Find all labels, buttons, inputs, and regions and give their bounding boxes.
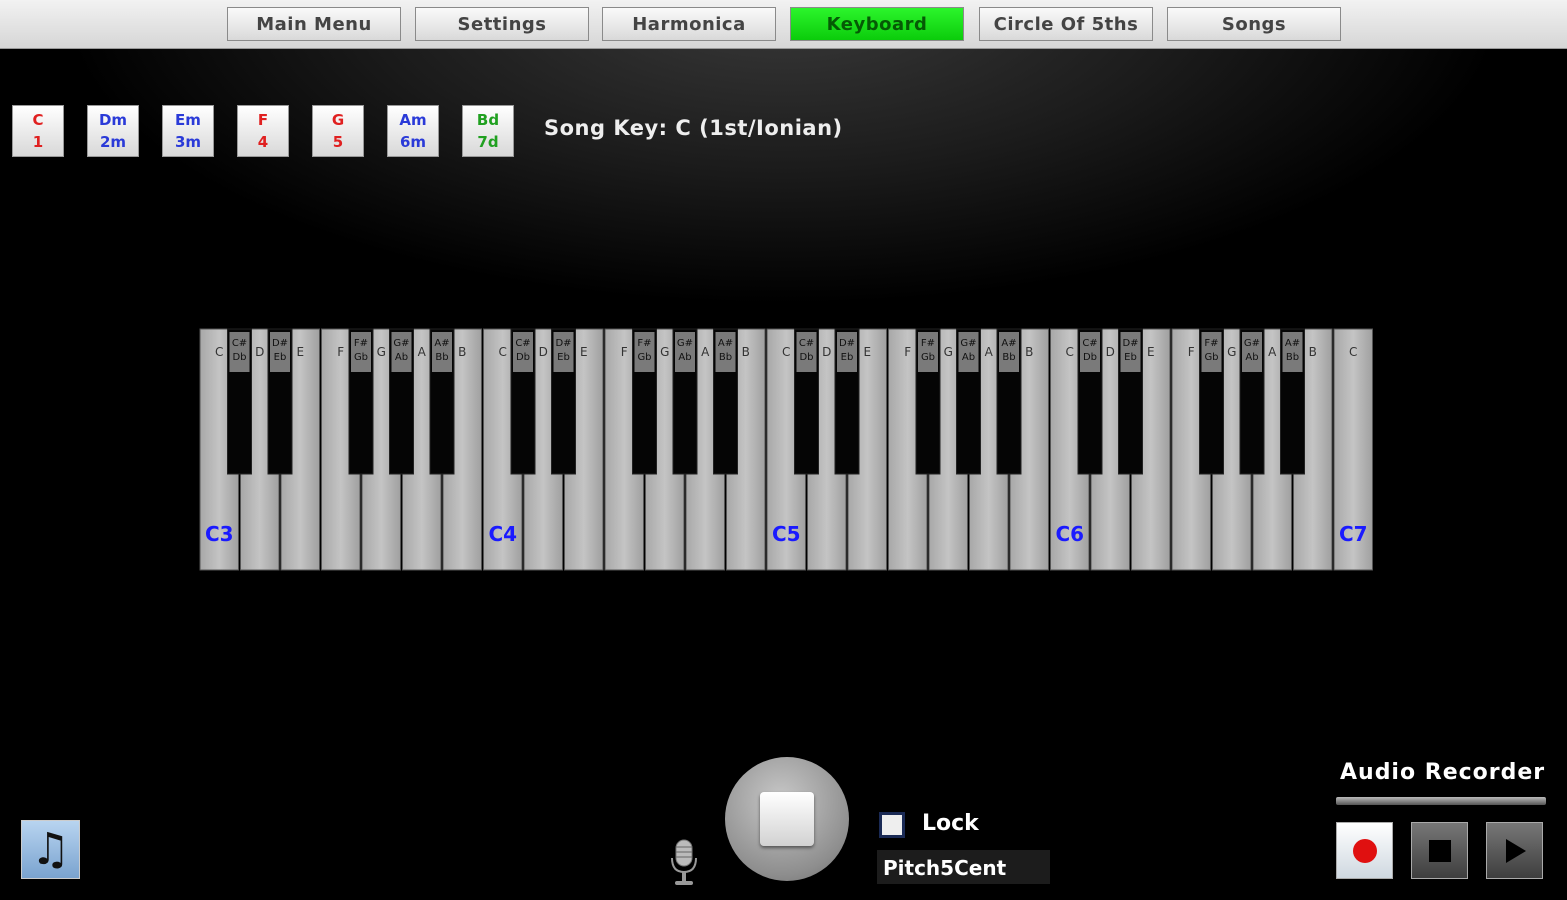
black-key-label: Db [799, 352, 813, 363]
black-key-label: G# [393, 338, 409, 349]
black-key-label: D# [839, 338, 855, 349]
audio-recorder-title: Audio Recorder [1340, 760, 1546, 785]
black-key-label: D# [272, 338, 288, 349]
music-notes-button[interactable]: ♫ [21, 820, 80, 879]
white-key-label: B [742, 345, 750, 359]
white-key-label: G [944, 345, 953, 359]
black-key-label: C# [1082, 338, 1097, 349]
octave-label: C7 [1339, 522, 1368, 546]
white-key-label: A [985, 345, 994, 359]
octave-label: C5 [772, 522, 801, 546]
black-key-label: A# [434, 338, 449, 349]
black-key-label: F# [921, 338, 935, 349]
white-key-label: F [621, 345, 628, 359]
octave-label: C6 [1055, 522, 1084, 546]
black-key-label: Db [232, 352, 246, 363]
lock-label: Lock [922, 811, 979, 836]
black-key-label: C# [799, 338, 814, 349]
white-key-label: G [1227, 345, 1236, 359]
black-key-label: A# [1001, 338, 1016, 349]
white-key-label: D [1106, 345, 1115, 359]
black-key-label: Eb [1124, 352, 1137, 363]
white-key-label: B [458, 345, 466, 359]
black-key-label: Gb [921, 352, 935, 363]
octave-label: C3 [205, 522, 234, 546]
black-key-label: G# [1244, 338, 1260, 349]
white-key-label: C [1066, 345, 1074, 359]
black-key-label: G# [677, 338, 693, 349]
black-key-label: Eb [274, 352, 287, 363]
stop-icon [760, 792, 814, 846]
record-button[interactable] [1336, 822, 1393, 879]
white-key-label: D [822, 345, 831, 359]
black-key-label: Ab [962, 352, 975, 363]
black-key-label: Eb [557, 352, 570, 363]
record-icon [1352, 838, 1377, 863]
music-notes-icon: ♫ [30, 824, 71, 875]
black-key-label: C# [232, 338, 247, 349]
white-key-label: A [1268, 345, 1277, 359]
white-key-label: B [1309, 345, 1317, 359]
microphone-icon[interactable] [668, 838, 700, 888]
white-key-label: F [904, 345, 911, 359]
white-key-label: D [539, 345, 548, 359]
lock-checkbox[interactable] [879, 812, 905, 838]
white-key-label: F [337, 345, 344, 359]
white-key-label: C [1349, 345, 1357, 359]
black-key-label: D# [555, 338, 571, 349]
pitch-setting-field[interactable]: Pitch5Cent [877, 850, 1050, 884]
stop-icon [1428, 839, 1451, 862]
white-key-label: C [499, 345, 507, 359]
black-key-label: Eb [841, 352, 854, 363]
audio-recorder-level-bar [1336, 797, 1546, 805]
black-key-label: G# [960, 338, 976, 349]
white-key-label: C [215, 345, 223, 359]
black-key-label: Bb [1002, 352, 1015, 363]
black-key-label: F# [1204, 338, 1218, 349]
black-key-label: Bb [1286, 352, 1299, 363]
black-key-label: Ab [395, 352, 408, 363]
black-key-label: Gb [637, 352, 651, 363]
white-key-label: A [701, 345, 710, 359]
white-key-label: B [1025, 345, 1033, 359]
black-key-label: F# [354, 338, 368, 349]
black-key-label: A# [718, 338, 733, 349]
white-key-label: E [1147, 345, 1155, 359]
stop-playback-button[interactable] [725, 757, 849, 881]
black-key-label: Db [1083, 352, 1097, 363]
black-key-label: Gb [354, 352, 368, 363]
black-key-label: A# [1285, 338, 1300, 349]
white-key-label: E [863, 345, 871, 359]
white-key-label: C [782, 345, 790, 359]
black-key-label: D# [1122, 338, 1138, 349]
recorder-stop-button[interactable] [1411, 822, 1468, 879]
white-key-label: E [296, 345, 304, 359]
black-key-label: Bb [719, 352, 732, 363]
recorder-play-button[interactable] [1486, 822, 1543, 879]
white-key-label: A [418, 345, 427, 359]
white-key-label: G [377, 345, 386, 359]
black-key-label: Db [516, 352, 530, 363]
white-key-label: F [1188, 345, 1195, 359]
white-key-label: E [580, 345, 588, 359]
black-key-label: F# [637, 338, 651, 349]
play-icon [1505, 838, 1526, 863]
white-key-label: G [660, 345, 669, 359]
black-key-label: Bb [435, 352, 448, 363]
octave-label: C4 [488, 522, 517, 546]
white-key-label: D [255, 345, 264, 359]
black-key-label: Ab [1245, 352, 1258, 363]
black-key-label: Ab [678, 352, 691, 363]
black-key-label: Gb [1204, 352, 1218, 363]
black-key-label: C# [515, 338, 530, 349]
